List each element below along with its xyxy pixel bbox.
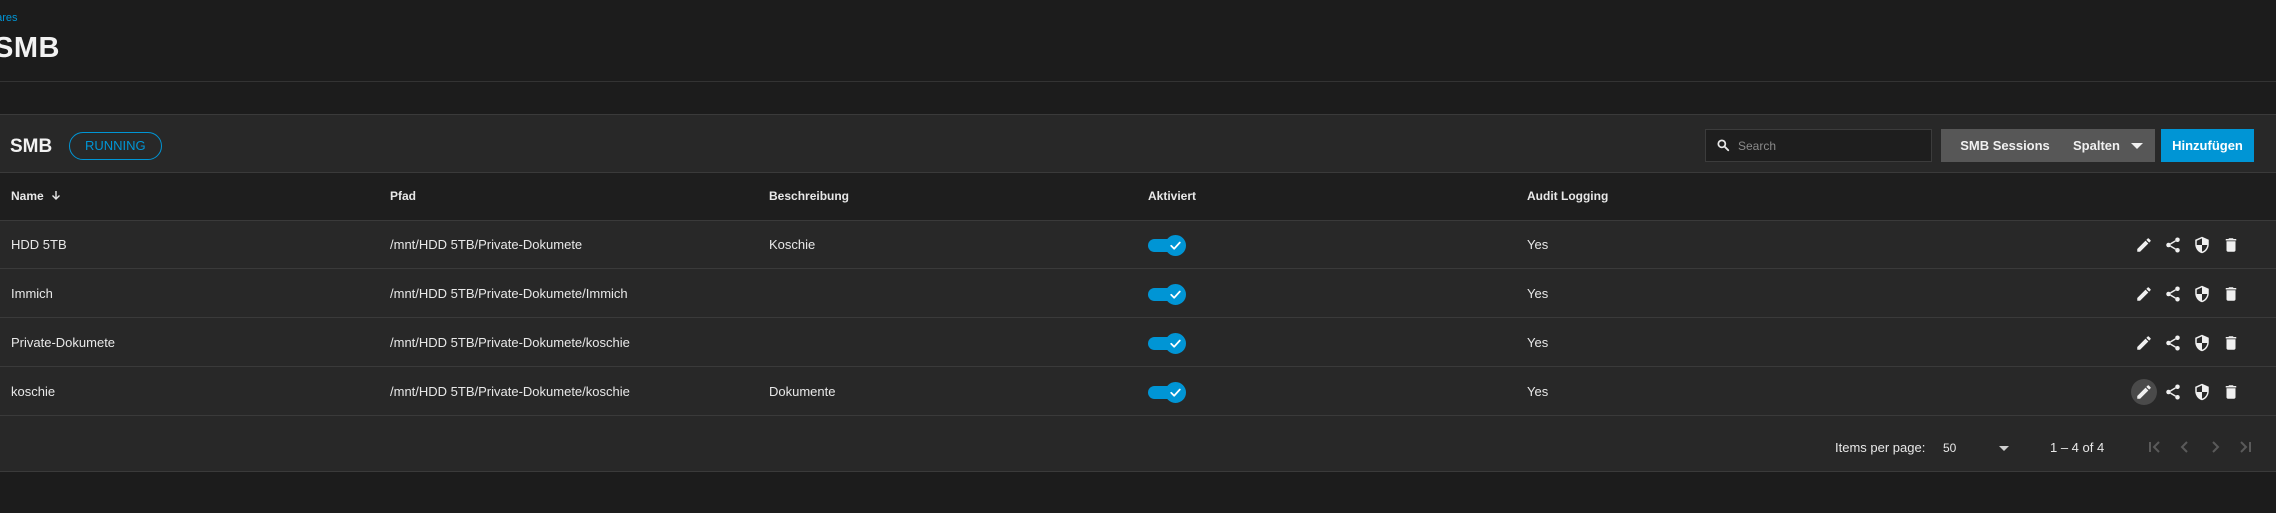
cell-path: /mnt/HDD 5TB/Private-Dokumete/koschie — [390, 335, 630, 350]
shield-icon[interactable] — [2189, 379, 2215, 405]
column-header-path[interactable]: Pfad — [390, 189, 416, 203]
cell-description: Koschie — [769, 237, 816, 252]
enabled-toggle[interactable] — [1148, 382, 1186, 403]
cell-audit-logging: Yes — [1527, 286, 1549, 301]
card-title: SMB — [10, 136, 53, 157]
cell-audit-logging: Yes — [1527, 237, 1549, 252]
edit-icon[interactable] — [2131, 232, 2157, 258]
share-icon[interactable] — [2160, 232, 2186, 258]
chevron-down-icon — [2131, 143, 2143, 149]
chevron-down-icon — [1999, 446, 2009, 451]
items-per-page-label: Items per page: — [1835, 440, 1926, 455]
share-icon[interactable] — [2160, 281, 2186, 307]
delete-icon[interactable] — [2218, 330, 2244, 356]
delete-icon[interactable] — [2218, 232, 2244, 258]
delete-icon[interactable] — [2218, 281, 2244, 307]
share-icon[interactable] — [2160, 330, 2186, 356]
columns-button[interactable]: Spalten — [2061, 129, 2155, 162]
table-header: Name Pfad Beschreibung Aktiviert Audit L… — [0, 173, 2276, 221]
column-header-name[interactable]: Name — [11, 189, 61, 203]
columns-button-label: Spalten — [2073, 138, 2120, 153]
search-box[interactable] — [1705, 129, 1932, 162]
add-button[interactable]: Hinzufügen — [2161, 129, 2254, 162]
enabled-toggle[interactable] — [1148, 235, 1186, 256]
cell-name: koschie — [11, 384, 56, 399]
arrow-down-icon — [51, 189, 61, 203]
column-header-name-label: Name — [11, 189, 44, 203]
cell-path: /mnt/HDD 5TB/Private-Dokumete — [390, 237, 583, 252]
table-row[interactable]: koschie/mnt/HDD 5TB/Private-Dokumete/kos… — [0, 368, 2276, 416]
next-page-icon[interactable] — [2203, 435, 2227, 459]
search-icon — [1716, 138, 1730, 157]
table-row[interactable]: Private-Dokumete/mnt/HDD 5TB/Private-Dok… — [0, 319, 2276, 367]
row-actions — [2131, 379, 2251, 405]
row-actions — [2131, 281, 2251, 307]
breadcrumb[interactable]: hares — [0, 12, 18, 24]
column-header-enabled[interactable]: Aktiviert — [1148, 189, 1196, 203]
cell-name: Private-Dokumete — [11, 335, 116, 350]
edit-icon[interactable] — [2131, 379, 2157, 405]
cell-name: HDD 5TB — [11, 237, 67, 252]
smb-sessions-button[interactable]: SMB Sessions — [1941, 129, 2069, 162]
shield-icon[interactable] — [2189, 281, 2215, 307]
page-header: hares SMB — [0, 0, 2276, 82]
enabled-toggle[interactable] — [1148, 284, 1186, 305]
first-page-icon[interactable] — [2143, 435, 2167, 459]
cell-path: /mnt/HDD 5TB/Private-Dokumete/Immich — [390, 286, 628, 301]
cell-audit-logging: Yes — [1527, 384, 1549, 399]
row-actions — [2131, 330, 2251, 356]
delete-icon[interactable] — [2218, 379, 2244, 405]
card-toolbar: SMB RUNNING SMB Sessions Spalten Hinzufü… — [0, 115, 2276, 173]
table-row[interactable]: HDD 5TB/mnt/HDD 5TB/Private-Dokumete Kosc… — [0, 221, 2276, 269]
smb-shares-card: SMB RUNNING SMB Sessions Spalten Hinzufü… — [0, 114, 2276, 472]
shield-icon[interactable] — [2189, 232, 2215, 258]
edit-icon[interactable] — [2131, 330, 2157, 356]
cell-description: Dokumente — [769, 384, 836, 399]
search-input[interactable] — [1736, 130, 1926, 161]
last-page-icon[interactable] — [2233, 435, 2257, 459]
row-actions — [2131, 232, 2251, 258]
share-icon[interactable] — [2160, 379, 2186, 405]
shield-icon[interactable] — [2189, 330, 2215, 356]
column-header-description[interactable]: Beschreibung — [769, 189, 849, 203]
previous-page-icon[interactable] — [2173, 435, 2197, 459]
cell-name: Immich — [11, 286, 53, 301]
enabled-toggle[interactable] — [1148, 333, 1186, 354]
page-size-select[interactable]: 50 — [1941, 433, 2011, 463]
page-title: SMB — [0, 32, 60, 64]
page-size-value: 50 — [1943, 441, 1957, 455]
edit-icon[interactable] — [2131, 281, 2157, 307]
column-header-audit-logging[interactable]: Audit Logging — [1527, 189, 1608, 203]
cell-path: /mnt/HDD 5TB/Private-Dokumete/koschie — [390, 384, 630, 399]
table-row[interactable]: Immich/mnt/HDD 5TB/Private-Dokumete/Immi… — [0, 270, 2276, 318]
paginator: Items per page: 50 1 – 4 of 4 — [0, 421, 2276, 473]
status-badge[interactable]: RUNNING — [69, 132, 162, 160]
page-range: 1 – 4 of 4 — [2050, 440, 2105, 455]
cell-audit-logging: Yes — [1527, 335, 1549, 350]
